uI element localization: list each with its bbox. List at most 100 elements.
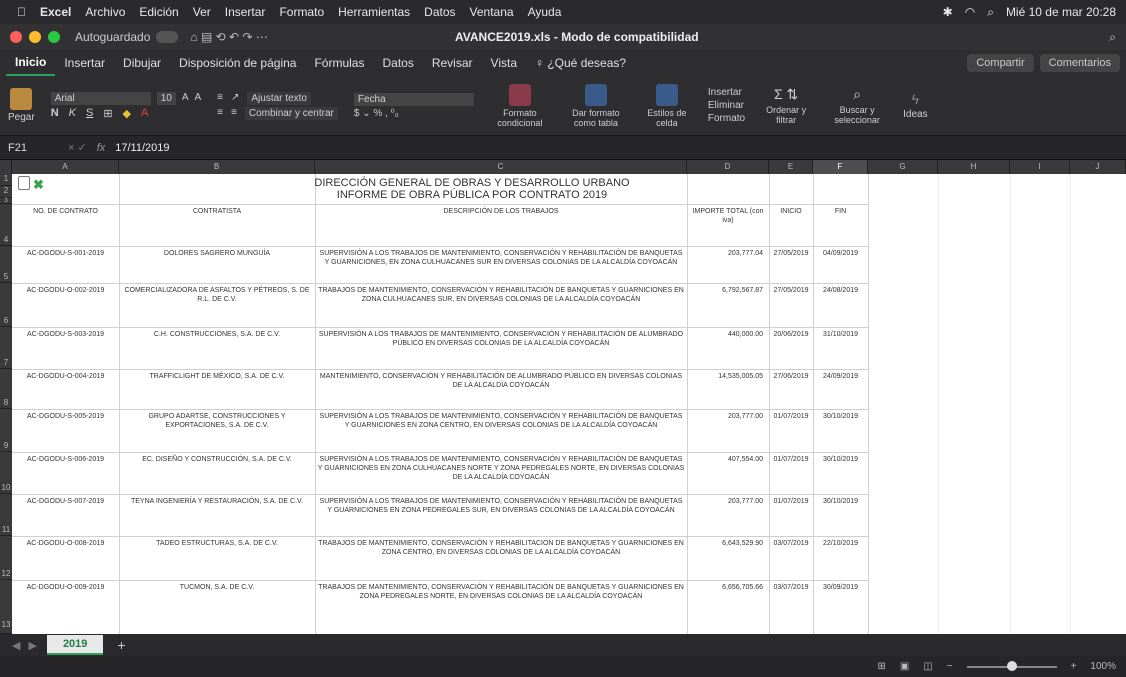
cell-amount[interactable]: 6,643,529.90 xyxy=(687,539,769,548)
sheet-tab-2019[interactable]: 2019 xyxy=(46,635,104,655)
cell-amount[interactable]: 203,777.04 xyxy=(687,249,769,258)
cell-styles-button[interactable]: Estilos de celda xyxy=(642,83,692,128)
cell-contractor[interactable]: TRAFFICLIGHT DE MÉXICO, S.A. DE C.V. xyxy=(119,372,315,381)
cell-amount[interactable]: 407,554.00 xyxy=(687,455,769,464)
cell-contract-number[interactable]: AC-DGODU-O-004-2019 xyxy=(12,372,119,381)
cell-description[interactable]: SUPERVISIÓN A LOS TRABAJOS DE MANTENIMIE… xyxy=(315,330,687,348)
tab-vista[interactable]: Vista xyxy=(482,50,526,76)
cell-contract-number[interactable]: AC-DGODU-S-001-2019 xyxy=(12,249,119,258)
cell-contract-number[interactable]: AC-DGODU-S-003-2019 xyxy=(12,330,119,339)
cell-contractor[interactable]: C.H. CONSTRUCCIONES, S.A. DE C.V. xyxy=(119,330,315,339)
row-header-1[interactable]: 1 xyxy=(0,174,12,186)
comments-button[interactable]: Comentarios xyxy=(1039,54,1120,72)
cell-end-date[interactable]: 30/10/2019 xyxy=(813,455,868,464)
tab-disposicion[interactable]: Disposición de página xyxy=(170,50,305,76)
find-select-button[interactable]: ⌕ Buscar y seleccionar xyxy=(827,86,887,125)
cell-amount[interactable]: 6,792,567.87 xyxy=(687,286,769,295)
clock[interactable]: Mié 10 de mar 20:28 xyxy=(1006,5,1116,19)
row-header-6[interactable]: 6 xyxy=(0,283,12,327)
cell-description[interactable]: MANTENIMIENTO, CONSERVACIÓN Y REHABILITA… xyxy=(315,372,687,390)
normal-view-icon[interactable]: ⊞ xyxy=(877,661,885,672)
tab-revisar[interactable]: Revisar xyxy=(423,50,482,76)
italic-button[interactable]: K xyxy=(69,107,76,120)
menu-ayuda[interactable]: Ayuda xyxy=(521,5,569,19)
tab-insertar[interactable]: Insertar xyxy=(55,50,114,76)
cell-end-date[interactable]: 30/10/2019 xyxy=(813,497,868,506)
grow-font-icon[interactable]: A xyxy=(182,92,189,105)
minimize-window-button[interactable] xyxy=(29,31,41,43)
cell-start-date[interactable]: 01/07/2019 xyxy=(769,497,813,506)
row-header-9[interactable]: 9 xyxy=(0,409,12,452)
col-header-c[interactable]: C xyxy=(315,160,687,174)
underline-button[interactable]: S xyxy=(86,107,93,120)
menu-herramientas[interactable]: Herramientas xyxy=(331,5,417,19)
tab-dibujar[interactable]: Dibujar xyxy=(114,50,170,76)
menu-formato[interactable]: Formato xyxy=(272,5,331,19)
page-layout-icon[interactable]: ▣ xyxy=(900,661,909,672)
menu-edicion[interactable]: Edición xyxy=(132,5,185,19)
row-header-2[interactable]: 2 xyxy=(0,186,12,198)
formula-input[interactable]: 17/11/2019 xyxy=(115,142,169,154)
cell-description[interactable]: TRABAJOS DE MANTENIMIENTO, CONSERVACIÓN … xyxy=(315,583,687,601)
apple-icon[interactable]:  xyxy=(10,5,33,19)
font-size-select[interactable]: 10 xyxy=(156,91,176,105)
tab-formulas[interactable]: Fórmulas xyxy=(305,50,373,76)
delete-cells-button[interactable]: Eliminar xyxy=(708,100,744,111)
col-header-d[interactable]: D xyxy=(687,160,769,174)
cell-end-date[interactable]: 30/10/2019 xyxy=(813,412,868,421)
cell-description[interactable]: SUPERVISIÓN A LOS TRABAJOS DE MANTENIMIE… xyxy=(315,497,687,515)
borders-icon[interactable]: ⊞ xyxy=(103,107,112,120)
tab-inicio[interactable]: Inicio xyxy=(6,50,56,76)
cell-end-date[interactable]: 04/09/2019 xyxy=(813,249,868,258)
cell-contractor[interactable]: TADEO ESTRUCTURAS, S.A. DE C.V. xyxy=(119,539,315,548)
cell-amount[interactable]: 14,535,005.05 xyxy=(687,372,769,381)
cell-end-date[interactable]: 24/09/2019 xyxy=(813,372,868,381)
row-header-12[interactable]: 12 xyxy=(0,536,12,580)
cell-description[interactable]: TRABAJOS DE MANTENIMIENTO, CONSERVACIÓN … xyxy=(315,539,687,557)
cell-contract-number[interactable]: AC-DGODU-O-009-2019 xyxy=(12,583,119,592)
cell-end-date[interactable]: 24/08/2019 xyxy=(813,286,868,295)
cell-start-date[interactable]: 20/06/2019 xyxy=(769,330,813,339)
row-header-11[interactable]: 11 xyxy=(0,494,12,536)
menu-insertar[interactable]: Insertar xyxy=(218,5,273,19)
align-top-icon[interactable]: ≡ xyxy=(217,92,223,105)
orientation-icon[interactable]: ↗ xyxy=(231,92,239,105)
cell-end-date[interactable]: 31/10/2019 xyxy=(813,330,868,339)
cell-contractor[interactable]: COMERCIALIZADORA DE ASFALTOS Y PÉTREOS, … xyxy=(119,286,315,304)
zoom-window-button[interactable] xyxy=(48,31,60,43)
menu-app[interactable]: Excel xyxy=(33,5,78,19)
cell-description[interactable]: SUPERVISIÓN A LOS TRABAJOS DE MANTENIMIE… xyxy=(315,412,687,430)
number-format-select[interactable]: Fecha xyxy=(353,92,474,106)
insert-cells-button[interactable]: Insertar xyxy=(708,87,742,98)
col-header-a[interactable]: A xyxy=(12,160,119,174)
zoom-slider[interactable] xyxy=(966,660,1057,671)
cell-contractor[interactable]: TUCMON, S.A. DE C.V. xyxy=(119,583,315,592)
col-header-j[interactable]: J xyxy=(1070,160,1126,174)
sort-filter-button[interactable]: Σ ⇅ Ordenar y filtrar xyxy=(761,86,811,125)
align-left-icon[interactable]: ≡ xyxy=(217,107,223,120)
spreadsheet-grid[interactable]: ✖ DIRECCIÓN GENERAL DE OBRAS Y DESARROLL… xyxy=(12,174,1126,634)
menu-datos[interactable]: Datos xyxy=(417,5,462,19)
currency-percent-icons[interactable]: $ ⌄ % , ⁰₀ xyxy=(354,108,399,119)
zoom-thumb[interactable] xyxy=(1006,660,1017,671)
col-header-e[interactable]: E xyxy=(769,160,813,174)
cell-end-date[interactable]: 30/09/2019 xyxy=(813,583,868,592)
row-header-4[interactable]: 4 xyxy=(0,204,12,246)
fx-icon[interactable]: fx xyxy=(97,142,106,154)
format-table-button[interactable]: Dar formato como tabla xyxy=(566,83,626,128)
col-header-f[interactable]: F xyxy=(813,160,868,174)
cell-start-date[interactable]: 27/05/2019 xyxy=(769,249,813,258)
close-window-button[interactable] xyxy=(10,31,22,43)
cell-amount[interactable]: 440,000.00 xyxy=(687,330,769,339)
shrink-font-icon[interactable]: A xyxy=(194,92,201,105)
fill-color-icon[interactable]: ◆ xyxy=(123,107,131,120)
search-icon[interactable]: ⌕ xyxy=(1109,30,1116,45)
bold-button[interactable]: N xyxy=(51,107,59,120)
paste-button[interactable]: Pegar xyxy=(8,88,35,123)
font-color-icon[interactable]: A xyxy=(141,107,148,120)
align-center-icon[interactable]: ≡ xyxy=(231,107,237,120)
cell-description[interactable]: SUPERVISIÓN A LOS TRABAJOS DE MANTENIMIE… xyxy=(315,249,687,267)
format-cells-button[interactable]: Formato xyxy=(708,113,745,124)
cell-start-date[interactable]: 01/07/2019 xyxy=(769,412,813,421)
font-select[interactable]: Arial xyxy=(50,91,151,105)
